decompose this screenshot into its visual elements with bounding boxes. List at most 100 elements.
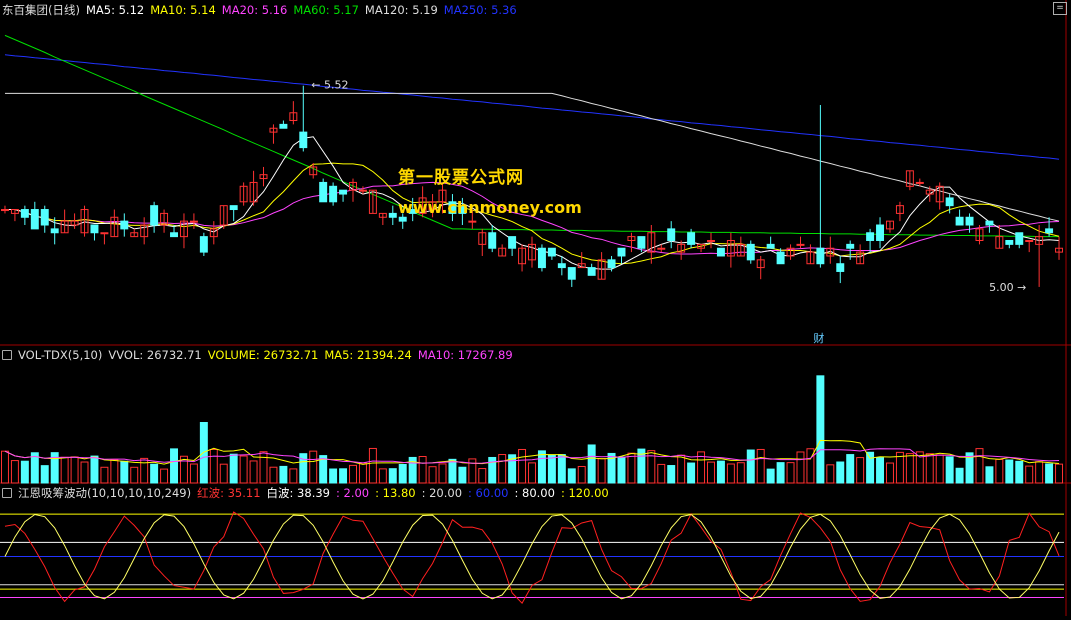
legend-item: MA20: 5.16 xyxy=(221,3,288,17)
legend-item: MA60: 5.17 xyxy=(293,3,359,17)
volume-bar xyxy=(1015,460,1024,484)
candle-body xyxy=(945,197,954,207)
candle-body xyxy=(279,123,288,129)
volume-bar xyxy=(60,456,69,484)
legend-item: : 2.00 xyxy=(335,486,370,500)
volume-bar xyxy=(269,466,278,484)
volume-bar xyxy=(995,458,1004,484)
volume-bar xyxy=(189,463,198,484)
volume-bar xyxy=(100,466,109,484)
high-price-label: ← 5.52 xyxy=(311,79,348,92)
legend-item: MA120: 5.19 xyxy=(364,3,438,17)
candle-body xyxy=(915,181,924,184)
candle-body xyxy=(776,251,785,265)
settings-toggle-icon[interactable]: = xyxy=(1053,2,1067,15)
volume-bar xyxy=(368,447,377,484)
volume-bar xyxy=(428,466,437,484)
volume-bar xyxy=(1045,463,1054,484)
volume-bar xyxy=(945,456,954,484)
volume-bar xyxy=(587,444,596,484)
volume-bar xyxy=(488,456,497,484)
candle-body xyxy=(388,212,397,218)
volume-bar xyxy=(746,449,755,484)
legend-item: VVOL: 26732.71 xyxy=(108,348,202,362)
volume-bar xyxy=(249,460,258,484)
volume-bar xyxy=(20,460,29,484)
legend-item: VOL-TDX(5,10) xyxy=(18,348,103,362)
candle-body xyxy=(0,209,9,212)
candle-body xyxy=(170,232,178,238)
candle-body xyxy=(836,263,845,272)
legend-item: : 120.00 xyxy=(560,486,609,500)
candle-body xyxy=(329,185,338,203)
candle-body xyxy=(816,247,825,265)
volume-bar xyxy=(955,467,964,484)
candle-body xyxy=(468,220,477,223)
panel-toggle-icon[interactable] xyxy=(2,488,12,498)
candle-body xyxy=(508,236,517,249)
volume-bar xyxy=(10,460,19,484)
candle-body xyxy=(319,181,328,203)
volume-bar xyxy=(766,468,775,484)
watermark-url: www.chnmoney.com xyxy=(398,198,582,217)
candle-body xyxy=(746,243,755,261)
volume-bar xyxy=(90,455,99,484)
candle-body xyxy=(50,228,59,234)
candle-body xyxy=(299,131,308,149)
legend-item: : 13.80 xyxy=(375,486,416,500)
volume-bar xyxy=(716,460,725,484)
volume-bar xyxy=(309,450,318,484)
volume-bar xyxy=(289,468,298,484)
volume-bar xyxy=(975,448,984,484)
candle-body xyxy=(557,263,566,269)
volume-bar xyxy=(0,450,9,484)
volume-bar xyxy=(836,461,845,484)
candle-body xyxy=(1045,228,1054,234)
candle-body xyxy=(965,216,974,226)
volume-bar xyxy=(1035,461,1044,484)
low-price-label: 5.00 → xyxy=(989,281,1026,294)
volume-bar xyxy=(478,468,487,484)
watermark-title: 第一股票公式网 xyxy=(398,168,524,188)
volume-bar xyxy=(150,463,159,484)
legend-item: 江恩吸筹波动(10,10,10,10,249) xyxy=(18,486,192,500)
volume-bar xyxy=(160,468,169,484)
volume-bar xyxy=(40,465,49,484)
candle-body xyxy=(199,236,208,253)
candle-body xyxy=(1005,239,1014,245)
volume-bar xyxy=(816,375,825,484)
volume-header: VOL-TDX(5,10) VVOL: 26732.71 VOLUME: 26732… xyxy=(2,348,525,362)
candle-body xyxy=(657,247,666,250)
legend-item: MA10: 5.14 xyxy=(150,3,216,17)
candle-body xyxy=(667,228,676,241)
panel-toggle-icon[interactable] xyxy=(2,350,12,360)
candle-body xyxy=(488,232,497,249)
volume-bar xyxy=(259,451,268,484)
candle-body xyxy=(955,216,964,226)
candle-body xyxy=(1025,239,1034,242)
legend-item: 白波: 38.39 xyxy=(266,486,330,500)
candle-body xyxy=(90,224,99,234)
candle-body xyxy=(537,247,546,269)
volume-bar xyxy=(458,466,467,484)
candle-body xyxy=(189,220,198,223)
volume-bar xyxy=(756,448,765,484)
candle-body xyxy=(766,243,775,249)
candle-body xyxy=(100,232,109,235)
volume-bar xyxy=(707,461,715,484)
stock-title[interactable]: 东百集团(日线) xyxy=(2,3,80,17)
volume-bar xyxy=(329,468,338,484)
legend-item: MA5: 5.12 xyxy=(85,3,145,17)
volume-bar xyxy=(388,468,397,484)
volume-bar xyxy=(557,454,566,484)
volume-bar xyxy=(617,456,626,484)
volume-bar xyxy=(418,455,427,484)
legend-item: MA250: 5.36 xyxy=(443,3,517,17)
candle-body xyxy=(607,259,616,269)
volume-bar xyxy=(796,451,805,484)
volume-bar xyxy=(687,462,696,484)
volume-bar xyxy=(438,463,447,484)
volume-bar xyxy=(577,465,586,484)
candle-body xyxy=(617,247,626,257)
legend-item: : 80.00 xyxy=(514,486,555,500)
